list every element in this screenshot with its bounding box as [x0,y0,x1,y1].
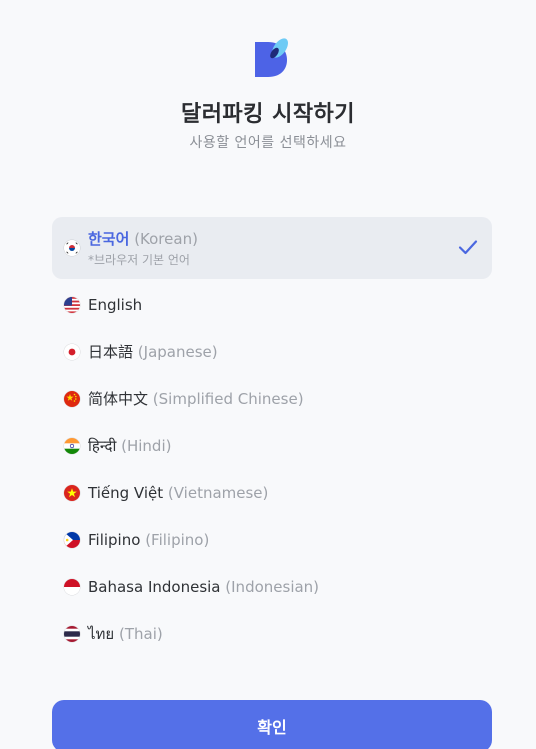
confirm-button[interactable]: 확인 [52,700,492,749]
language-list: 한국어 (Korean) *브라우저 기본 언어 English 日本語 (Ja… [52,217,492,657]
language-english-name: (Japanese) [137,342,218,361]
language-english-name: (Filipino) [145,530,210,549]
language-option-indonesian[interactable]: Bahasa Indonesia (Indonesian) [52,563,492,610]
language-option-filipino[interactable]: Filipino (Filipino) [52,516,492,563]
ph-flag-icon [64,531,80,548]
language-english-name: (Indonesian) [225,577,320,596]
in-flag-icon [64,437,80,454]
vn-flag-icon [64,484,80,501]
id-flag-icon [64,578,80,595]
language-select-screen: 달러파킹 시작하기 사용할 언어를 선택하세요 한국어 (Korean) *브라… [0,0,536,749]
language-english-name: (Simplified Chinese) [152,389,304,408]
language-native-name: ไทย [88,624,115,643]
language-english-name: (Korean) [134,229,198,248]
page-subtitle: 사용할 언어를 선택하세요 [189,135,347,151]
language-native-name: 한국어 [88,229,130,248]
language-native-name: हिन्दी [88,436,117,455]
language-option-simplified-chinese[interactable]: 简体中文 (Simplified Chinese) [52,375,492,422]
language-native-name: Tiếng Việt [88,483,164,502]
app-logo-icon [252,34,292,78]
language-native-name: Filipino [88,530,141,549]
language-option-english[interactable]: English [52,281,492,328]
cn-flag-icon [64,390,80,407]
language-english-name: (Hindi) [121,436,172,455]
language-native-name: 简体中文 [88,389,149,408]
language-english-name: (Thai) [119,624,163,643]
language-english-name: (Vietnamese) [167,483,269,502]
kr-flag-icon [64,240,80,256]
language-native-name: English [88,295,143,314]
jp-flag-icon [64,343,80,360]
language-option-japanese[interactable]: 日本語 (Japanese) [52,328,492,375]
language-option-thai[interactable]: ไทย (Thai) [52,610,492,657]
th-flag-icon [64,625,80,642]
page-title: 달러파킹 시작하기 [180,102,356,127]
language-option-vietnamese[interactable]: Tiếng Việt (Vietnamese) [52,469,492,516]
us-flag-icon [64,296,80,313]
check-icon [458,239,478,255]
browser-default-note: *브라우저 기본 언어 [88,252,190,267]
language-option-korean[interactable]: 한국어 (Korean) *브라우저 기본 언어 [52,217,492,279]
language-native-name: 日本語 [88,342,134,361]
language-native-name: Bahasa Indonesia [88,577,221,596]
language-option-hindi[interactable]: हिन्दी (Hindi) [52,422,492,469]
